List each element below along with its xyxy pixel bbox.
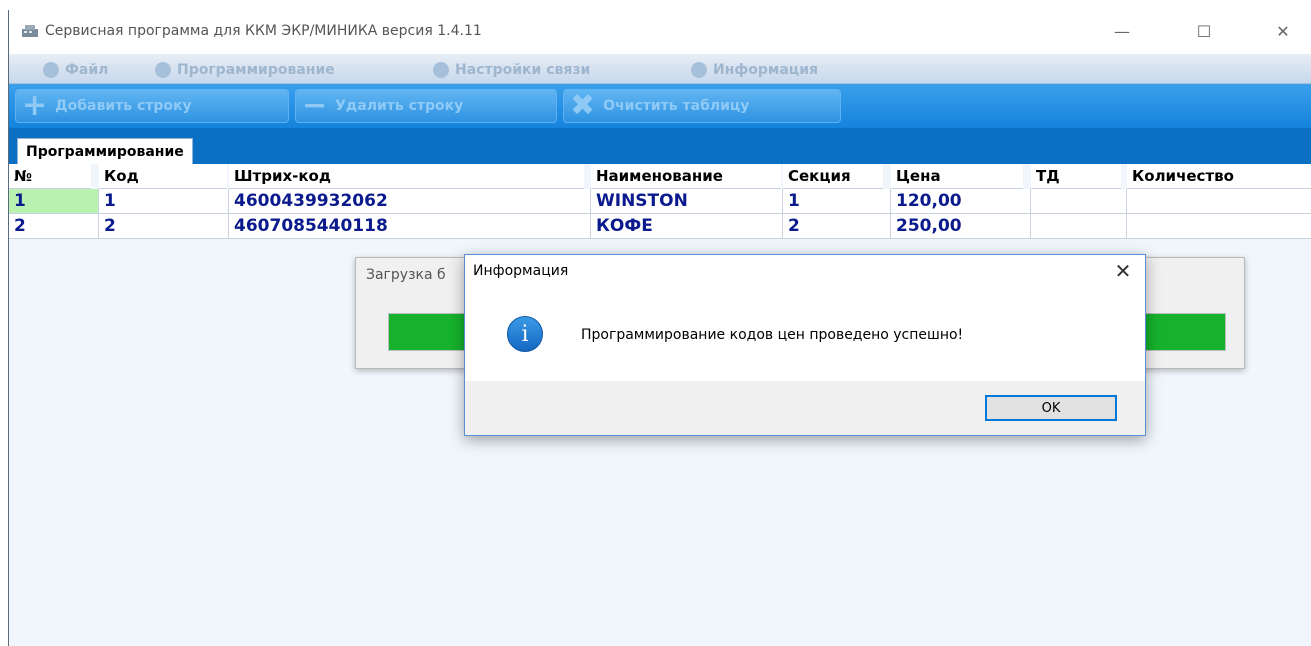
col-header-price[interactable]: Цена — [891, 164, 1023, 189]
grid-header-row: № Код Штрих-код Наименование Секция Цена… — [9, 164, 1311, 189]
minimize-button[interactable]: — — [1102, 16, 1142, 46]
loading-window-title: Загрузка б — [366, 267, 446, 283]
title-bar: Сервисная программа для ККМ ЭКР/МИНИКА в… — [9, 10, 1311, 54]
table-row[interactable]: 1 1 4600439932062 WINSTON 1 120,00 — [9, 189, 1311, 214]
cell-code[interactable]: 2 — [99, 214, 229, 239]
cell-section[interactable]: 1 — [783, 189, 891, 214]
plus-icon: + — [22, 88, 48, 123]
col-header-name[interactable]: Наименование — [591, 164, 781, 189]
cell-td[interactable] — [1031, 214, 1127, 239]
cell-quantity[interactable] — [1127, 189, 1311, 214]
info-icon — [691, 62, 707, 78]
cell-name[interactable]: WINSTON — [591, 189, 783, 214]
col-header-number[interactable]: № — [9, 164, 91, 189]
col-header-quantity[interactable]: Количество — [1127, 164, 1311, 189]
menu-information-label: Информация — [713, 62, 818, 78]
cell-quantity[interactable] — [1127, 214, 1311, 239]
clear-table-label: Очистить таблицу — [603, 98, 750, 114]
programming-icon — [155, 62, 171, 78]
cell-code[interactable]: 1 — [99, 189, 229, 214]
cell-barcode[interactable]: 4600439932062 — [229, 189, 591, 214]
cell-name[interactable]: КОФЕ — [591, 214, 783, 239]
cell-barcode[interactable]: 4607085440118 — [229, 214, 591, 239]
info-icon: i — [507, 316, 543, 352]
col-header-section[interactable]: Секция — [783, 164, 883, 189]
tab-strip: Программирование — [9, 128, 1311, 164]
col-header-barcode[interactable]: Штрих-код — [229, 164, 584, 189]
menu-file-label: Файл — [65, 62, 109, 78]
cell-price[interactable]: 120,00 — [891, 189, 1031, 214]
menu-connection-settings-label: Настройки связи — [455, 62, 591, 78]
cell-td[interactable] — [1031, 189, 1127, 214]
ok-button[interactable]: OK — [985, 395, 1117, 421]
close-button[interactable]: ✕ — [1263, 16, 1303, 46]
maximize-button[interactable]: ☐ — [1184, 16, 1224, 46]
dialog-footer: OK — [465, 381, 1145, 435]
add-row-label: Добавить строку — [55, 98, 192, 114]
connection-settings-icon — [433, 62, 449, 78]
col-header-td[interactable]: ТД — [1031, 164, 1121, 189]
menu-file[interactable]: Файл — [43, 60, 108, 80]
delete-row-label: Удалить строку — [335, 98, 464, 114]
clear-table-button[interactable]: ✖ Очистить таблицу — [563, 89, 841, 123]
tab-programming[interactable]: Программирование — [17, 138, 193, 164]
menu-information[interactable]: Информация — [691, 60, 818, 80]
cell-section[interactable]: 2 — [783, 214, 891, 239]
menu-programming-label: Программирование — [177, 62, 335, 78]
table-row[interactable]: 2 2 4607085440118 КОФЕ 2 250,00 — [9, 214, 1311, 239]
menu-connection-settings[interactable]: Настройки связи — [433, 60, 590, 80]
delete-row-button[interactable]: − Удалить строку — [295, 89, 557, 123]
dialog-close-button[interactable]: ✕ — [1111, 259, 1135, 283]
dialog-message: Программирование кодов цен проведено усп… — [581, 327, 964, 343]
file-icon — [43, 62, 59, 78]
cell-number[interactable]: 1 — [9, 189, 99, 214]
dialog-title: Информация — [473, 263, 569, 279]
cash-register-icon — [22, 25, 38, 37]
menu-bar: Файл Программирование Настройки связи Ин… — [9, 54, 1311, 84]
col-header-code[interactable]: Код — [99, 164, 227, 189]
minus-icon: − — [302, 88, 328, 123]
info-dialog: Информация ✕ i Программирование кодов це… — [464, 254, 1146, 436]
clear-x-icon: ✖ — [570, 88, 596, 123]
cell-number[interactable]: 2 — [9, 214, 99, 239]
add-row-button[interactable]: + Добавить строку — [15, 89, 289, 123]
toolbar: + Добавить строку − Удалить строку ✖ Очи… — [9, 84, 1311, 128]
window-title: Сервисная программа для ККМ ЭКР/МИНИКА в… — [45, 23, 482, 39]
cell-price[interactable]: 250,00 — [891, 214, 1031, 239]
menu-programming[interactable]: Программирование — [155, 60, 335, 80]
